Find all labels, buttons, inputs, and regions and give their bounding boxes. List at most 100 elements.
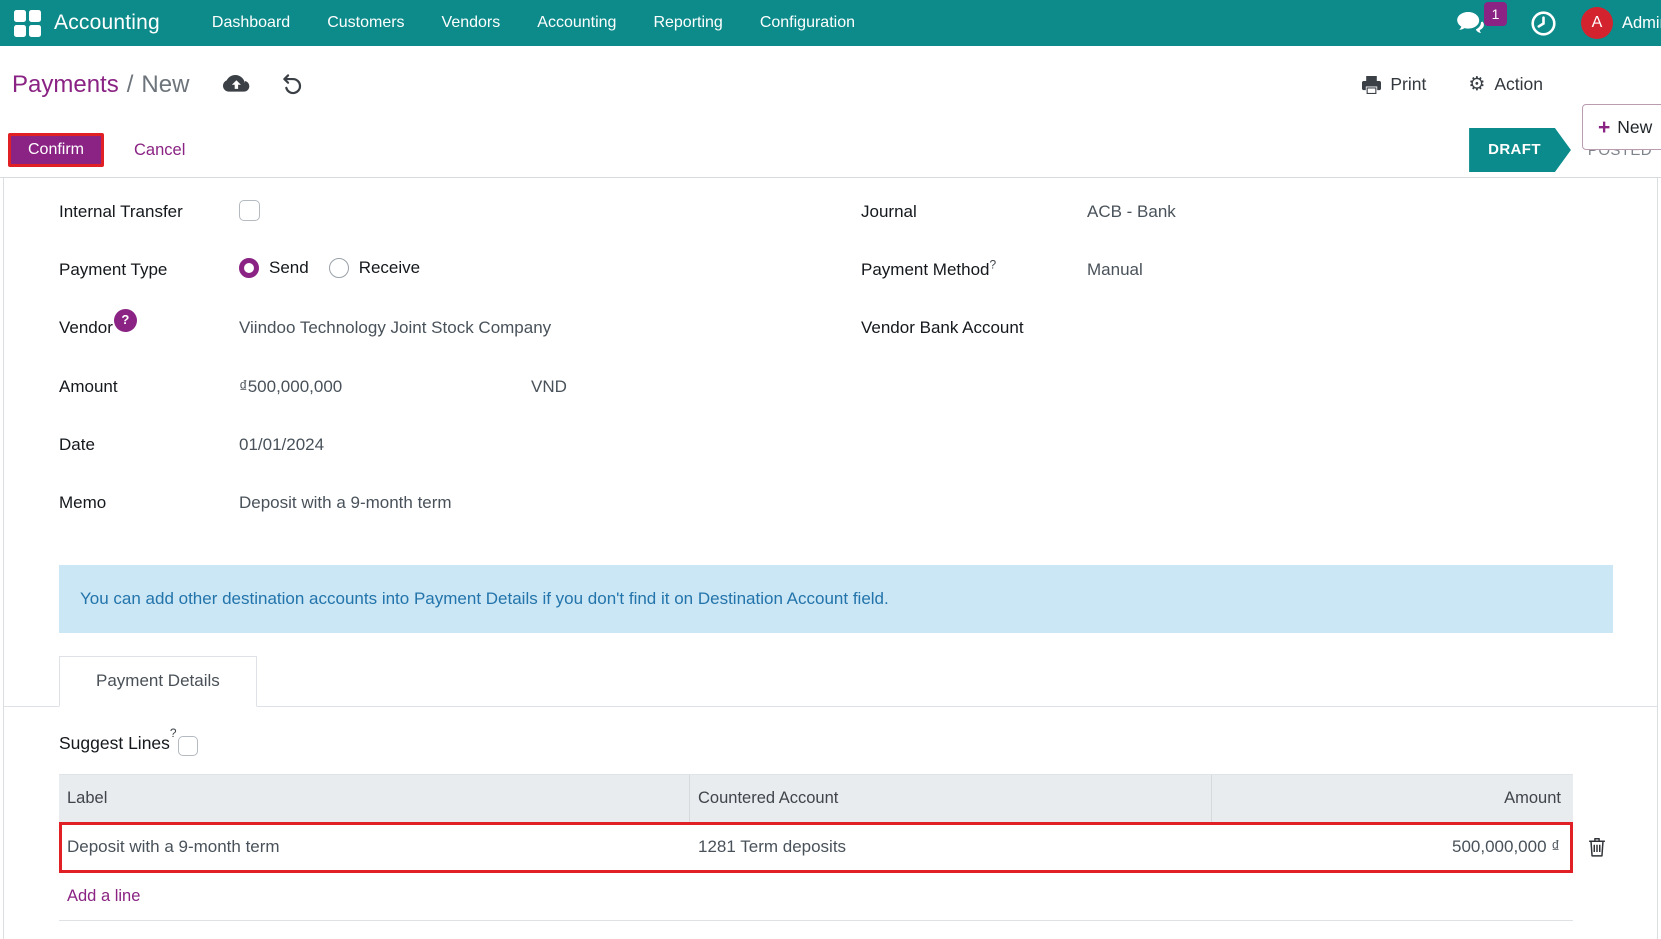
- new-record-button[interactable]: + New: [1582, 104, 1661, 150]
- radio-send-control[interactable]: [239, 258, 259, 278]
- unsaved-changes-button[interactable]: [223, 75, 250, 95]
- control-panel-actions: Print ⚙ Action: [1362, 46, 1543, 123]
- info-alert: You can add other destination accounts i…: [59, 565, 1613, 633]
- radio-receive[interactable]: Receive: [329, 258, 420, 278]
- state-draft[interactable]: DRAFT: [1469, 128, 1571, 172]
- radio-receive-control[interactable]: [329, 258, 349, 278]
- vendor-help-badge[interactable]: ?: [114, 309, 137, 332]
- gear-icon: ⚙: [1468, 75, 1485, 94]
- payment-type-label: Payment Type: [59, 258, 239, 282]
- vendor-label: Vendor?: [59, 316, 239, 341]
- payment-method-value[interactable]: Manual: [1087, 258, 1143, 282]
- field-date: Date 01/01/2024: [59, 433, 861, 457]
- messages-button[interactable]: 1: [1452, 0, 1510, 46]
- notebook-tabs: Payment Details: [4, 656, 1657, 707]
- memo-value[interactable]: Deposit with a 9-month term: [239, 491, 452, 515]
- navbar-systray: 1 A Admin: [1452, 0, 1661, 46]
- table-header-row: Label Countered Account Amount: [59, 774, 1573, 822]
- cloud-save-icon: [223, 75, 250, 95]
- date-label: Date: [59, 433, 239, 457]
- confirm-button[interactable]: Confirm: [8, 133, 104, 167]
- undo-icon: [279, 72, 304, 97]
- main-menu: Dashboard Customers Vendors Accounting R…: [212, 14, 855, 32]
- apps-grid-icon[interactable]: [14, 10, 40, 36]
- suggest-lines-checkbox[interactable]: [178, 736, 198, 756]
- menu-item-accounting[interactable]: Accounting: [537, 14, 616, 32]
- action-label: Action: [1494, 74, 1543, 95]
- amount-value[interactable]: ₫500,000,000: [239, 375, 531, 399]
- user-avatar[interactable]: A: [1581, 7, 1613, 39]
- print-button[interactable]: Print: [1362, 74, 1426, 95]
- trash-icon: [1588, 837, 1606, 857]
- cancel-button[interactable]: Cancel: [134, 141, 185, 160]
- journal-value[interactable]: ACB - Bank: [1087, 200, 1176, 224]
- menu-item-dashboard[interactable]: Dashboard: [212, 14, 290, 32]
- payment-details-table: Label Countered Account Amount Deposit w…: [59, 774, 1573, 921]
- discard-changes-button[interactable]: [279, 72, 304, 97]
- radio-receive-label: Receive: [359, 258, 420, 278]
- field-payment-method: Payment Method? Manual: [861, 258, 1657, 282]
- vendor-bank-account-label: Vendor Bank Account: [861, 316, 1087, 340]
- menu-item-customers[interactable]: Customers: [327, 14, 404, 32]
- unread-count-badge: 1: [1484, 2, 1507, 26]
- menu-item-vendors[interactable]: Vendors: [442, 14, 501, 32]
- field-vendor-bank-account: Vendor Bank Account: [861, 316, 1657, 340]
- table-row[interactable]: Deposit with a 9-month term 1281 Term de…: [59, 822, 1573, 873]
- internal-transfer-label: Internal Transfer: [59, 200, 239, 224]
- payment-method-label: Payment Method?: [861, 258, 1087, 282]
- info-alert-text: You can add other destination accounts i…: [80, 589, 889, 609]
- plus-icon: +: [1598, 117, 1610, 138]
- form-sheet: Internal Transfer Payment Type Send Rece…: [3, 178, 1658, 939]
- field-internal-transfer: Internal Transfer: [59, 200, 861, 224]
- row-label-cell[interactable]: Deposit with a 9-month term: [62, 837, 690, 857]
- suggest-lines-label: Suggest Lines: [59, 733, 170, 754]
- print-label: Print: [1390, 74, 1426, 95]
- column-header-countered-account[interactable]: Countered Account: [690, 775, 1212, 822]
- row-amount-cell[interactable]: 500,000,000 ₫: [1212, 837, 1570, 857]
- menu-item-configuration[interactable]: Configuration: [760, 14, 855, 32]
- internal-transfer-checkbox[interactable]: [239, 200, 260, 221]
- field-suggest-lines: Suggest Lines?: [59, 733, 1657, 756]
- field-vendor: Vendor? Viindoo Technology Joint Stock C…: [59, 316, 861, 341]
- radio-send-label: Send: [269, 258, 309, 278]
- column-header-amount[interactable]: Amount: [1212, 789, 1573, 808]
- chat-bubbles-icon: [1456, 11, 1487, 37]
- currency-value[interactable]: VND: [531, 375, 567, 399]
- amount-label: Amount: [59, 375, 239, 399]
- menu-item-reporting[interactable]: Reporting: [653, 14, 722, 32]
- form-right-column: Journal ACB - Bank Payment Method? Manua…: [861, 200, 1657, 549]
- app-brand[interactable]: Accounting: [14, 10, 160, 36]
- printer-icon: [1362, 76, 1381, 94]
- form-left-column: Internal Transfer Payment Type Send Rece…: [59, 200, 861, 549]
- breadcrumb-payments-link[interactable]: Payments: [12, 71, 119, 99]
- tab-payment-details[interactable]: Payment Details: [59, 656, 257, 707]
- memo-label: Memo: [59, 491, 239, 515]
- field-amount: Amount ₫500,000,000 VND: [59, 375, 861, 399]
- form-statusbar: Confirm Cancel DRAFT POSTED: [0, 123, 1661, 178]
- column-header-label[interactable]: Label: [59, 775, 690, 822]
- clock-icon: [1530, 10, 1557, 37]
- app-title: Accounting: [54, 11, 160, 35]
- payment-type-options: Send Receive: [239, 258, 420, 278]
- payment-method-help-mark: ?: [990, 257, 997, 271]
- payment-form: Internal Transfer Payment Type Send Rece…: [4, 178, 1657, 549]
- field-payment-type: Payment Type Send Receive: [59, 258, 861, 282]
- radio-send[interactable]: Send: [239, 258, 309, 278]
- control-panel: Payments / New Pr: [0, 46, 1661, 123]
- row-countered-account-cell[interactable]: 1281 Term deposits: [690, 837, 1212, 857]
- statusbar-buttons: Confirm Cancel: [8, 133, 185, 167]
- breadcrumb-current: New: [141, 71, 189, 99]
- date-value[interactable]: 01/01/2024: [239, 433, 324, 457]
- add-line-row: Add a line: [59, 873, 1573, 921]
- add-a-line-button[interactable]: Add a line: [67, 887, 140, 906]
- field-memo: Memo Deposit with a 9-month term: [59, 491, 861, 515]
- delete-row-button[interactable]: [1588, 837, 1606, 857]
- field-journal: Journal ACB - Bank: [861, 200, 1657, 224]
- action-button[interactable]: ⚙ Action: [1468, 74, 1543, 95]
- vendor-value[interactable]: Viindoo Technology Joint Stock Company: [239, 316, 551, 340]
- new-label: New: [1617, 117, 1652, 138]
- breadcrumb: Payments / New: [12, 71, 189, 99]
- user-name[interactable]: Admin: [1622, 14, 1661, 33]
- activities-button[interactable]: [1530, 10, 1557, 37]
- top-navbar: Accounting Dashboard Customers Vendors A…: [0, 0, 1661, 46]
